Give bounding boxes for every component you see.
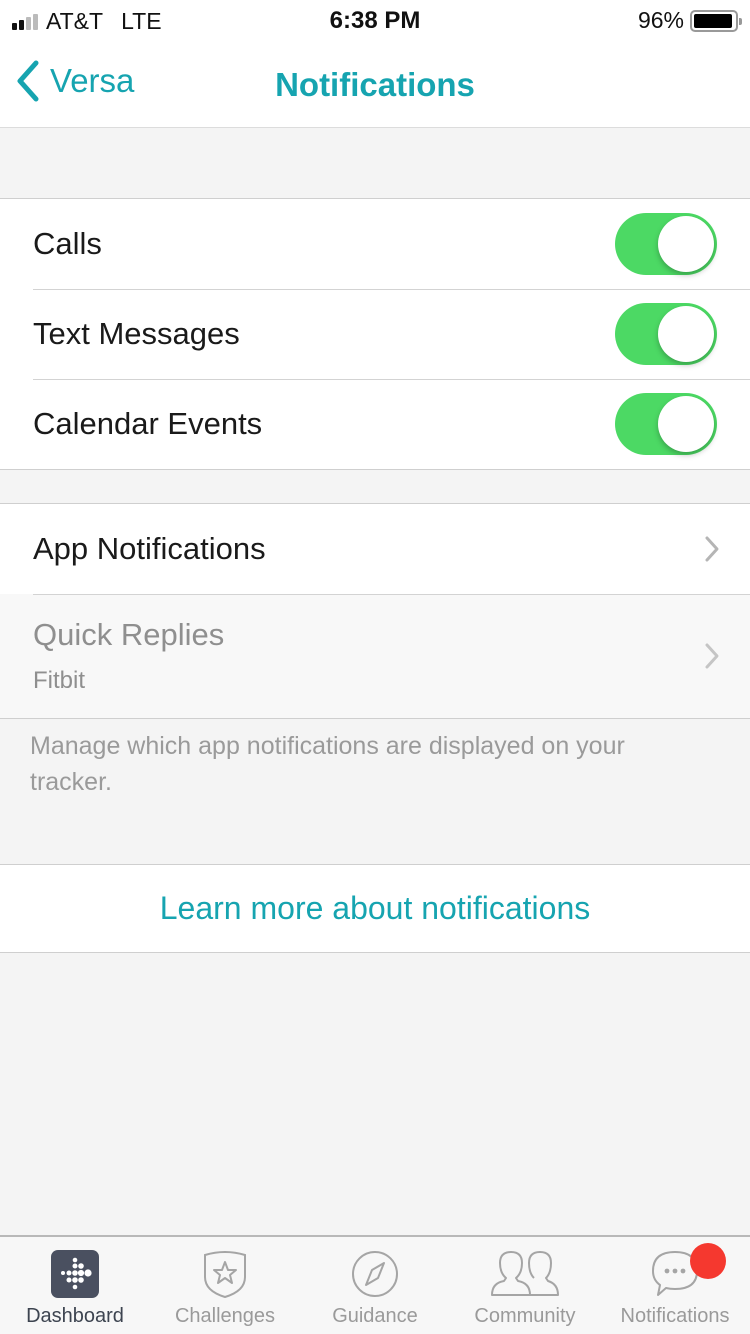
device-notification-toggles: Calls Text Messages Calendar Events	[0, 198, 750, 470]
row-label: App Notifications	[33, 531, 266, 566]
calls-toggle[interactable]	[615, 213, 717, 275]
calendar-events-toggle[interactable]	[615, 393, 717, 455]
navigation-bar: Versa Notifications	[0, 42, 750, 128]
toggle-row-text-messages: Text Messages	[0, 289, 750, 379]
toggle-row-calendar-events: Calendar Events	[0, 379, 750, 469]
quick-replies-row[interactable]: Quick Replies Fitbit	[0, 594, 750, 718]
status-bar: AT&T LTE 6:38 PM 96%	[0, 0, 750, 42]
tab-label: Challenges	[174, 1305, 276, 1327]
tab-community[interactable]: Community	[450, 1237, 600, 1334]
tab-dashboard[interactable]: Dashboard	[0, 1237, 150, 1334]
page-title: Notifications	[275, 66, 475, 103]
tab-label: Dashboard	[26, 1305, 124, 1327]
text-messages-toggle[interactable]	[615, 303, 717, 365]
battery-percent: 96%	[637, 7, 684, 33]
people-icon	[490, 1249, 560, 1299]
tab-notifications[interactable]: Notifications	[600, 1237, 750, 1334]
row-label: Quick Replies	[33, 617, 225, 652]
status-right: 96%	[637, 7, 742, 34]
row-sublabel: Fitbit	[33, 667, 86, 694]
toggle-row-calls: Calls	[0, 199, 750, 289]
compass-icon	[350, 1249, 400, 1299]
app-notification-links: App Notifications Quick Replies Fitbit	[0, 503, 750, 719]
tab-label: Community	[474, 1305, 576, 1327]
learn-more-link[interactable]: Learn more about notifications	[0, 864, 750, 953]
app-notifications-row[interactable]: App Notifications	[0, 504, 750, 594]
tab-bar: Dashboard Challenges Guidance Community	[0, 1235, 750, 1334]
tab-guidance[interactable]: Guidance	[300, 1237, 450, 1334]
row-label: Calls	[33, 226, 102, 261]
tab-label: Guidance	[332, 1305, 418, 1327]
tab-label: Notifications	[620, 1305, 730, 1327]
chevron-right-icon	[705, 643, 719, 669]
row-label: Text Messages	[33, 316, 240, 351]
section-footnote: Manage which app notifications are displ…	[30, 732, 625, 796]
battery-icon	[690, 9, 742, 32]
tab-challenges[interactable]: Challenges	[150, 1237, 300, 1334]
chevron-right-icon	[705, 536, 719, 562]
row-label: Calendar Events	[33, 406, 263, 441]
fitbit-logo-icon	[51, 1249, 99, 1299]
star-shield-icon	[201, 1249, 249, 1299]
notification-badge	[690, 1243, 726, 1279]
